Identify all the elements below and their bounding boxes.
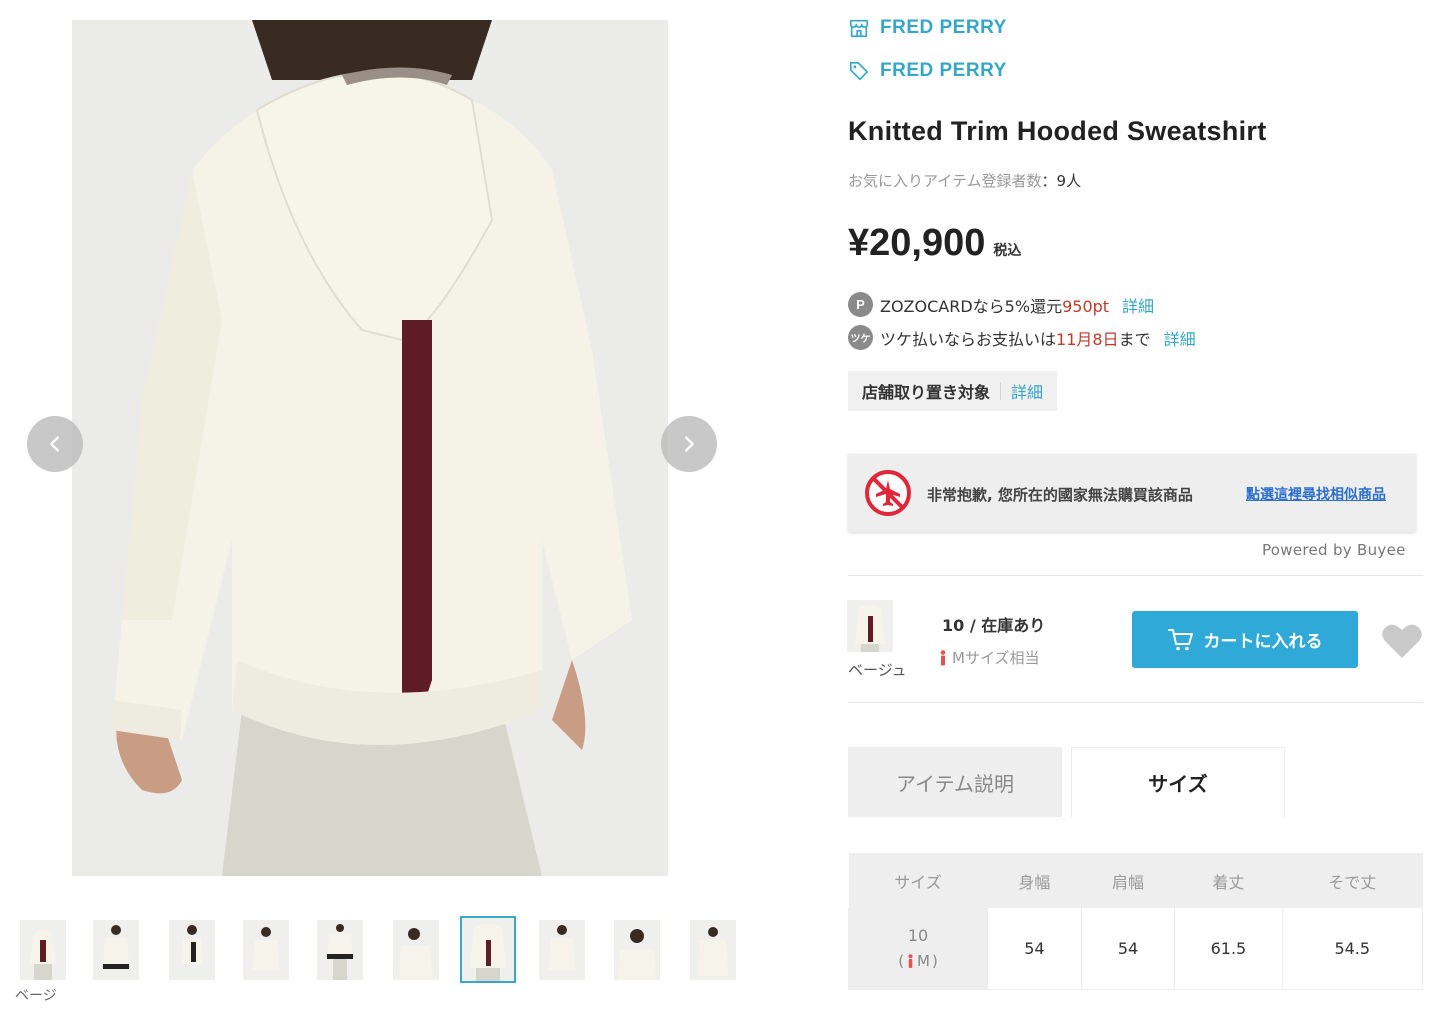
shoulder-column-header: 肩幅 — [1081, 853, 1175, 908]
tax-label: 税込 — [993, 243, 1022, 259]
variant-size: Mサイズ相当 — [938, 647, 1040, 668]
points-badge-icon: P — [848, 292, 873, 317]
brand-name[interactable]: FRED PERRY — [880, 60, 1007, 82]
store-pickup-label: 店舗取り置き対象 — [862, 383, 991, 402]
divider — [848, 702, 1423, 703]
restriction-message: 非常抱歉, 您所在的國家無法購買該商品 — [927, 486, 1193, 504]
purchase-restriction-notice: 非常抱歉, 您所在的國家無法購買該商品 點選這裡尋找相似商品 — [848, 454, 1416, 532]
table-cell: 54 — [1080, 908, 1175, 990]
thumbnail[interactable] — [169, 920, 215, 980]
zozocard-points: 950pt — [1062, 296, 1110, 316]
sleeve-column-header: そで丈 — [1282, 853, 1423, 908]
add-to-cart-button[interactable]: カートに入れる — [1132, 611, 1358, 668]
zozocard-detail-link[interactable]: 詳細 — [1122, 293, 1154, 317]
price: ¥20,900 — [848, 222, 986, 264]
shop-icon — [849, 19, 869, 38]
thumbnail[interactable] — [539, 920, 585, 980]
tab-item-description[interactable]: アイテム説明 — [848, 747, 1062, 817]
store-pickup-box: 店舗取り置き対象 詳細 — [848, 371, 1058, 411]
table-cell: 54.5 — [1281, 908, 1423, 990]
width-column-header: 身幅 — [987, 853, 1082, 908]
similar-items-link[interactable]: 點選這裡尋找相似商品 — [1246, 484, 1386, 504]
favorite-count-value: 9人 — [1056, 172, 1082, 190]
chevron-left-icon — [50, 436, 59, 452]
powered-by-buyee: Powered by Buyee — [1262, 541, 1406, 559]
add-to-cart-label: カートに入れる — [1203, 632, 1323, 652]
product-title: Knitted Trim Hooded Sweatshirt — [848, 116, 1267, 146]
variant-size-text: Mサイズ相当 — [952, 649, 1040, 667]
size-value: 10 — [907, 925, 929, 945]
size-table: サイズ 身幅 肩幅 着丈 そで丈 10 (M) 54 54 61.5 54.5 — [847, 853, 1423, 990]
person-icon — [940, 649, 946, 665]
tab-size[interactable]: サイズ — [1071, 747, 1285, 817]
thumbnail[interactable] — [93, 920, 139, 980]
no-flight-icon — [865, 470, 911, 516]
favorite-count: お気に入りアイテム登録者数：9人 — [848, 170, 1081, 191]
cart-icon — [1167, 628, 1193, 650]
table-cell: 54 — [987, 908, 1082, 990]
thumbnail[interactable] — [20, 920, 66, 980]
zozocard-promo: P ZOZOCARDなら5%還元950pt 詳細 — [848, 292, 1154, 317]
thumbnail[interactable] — [690, 920, 736, 980]
main-product-image — [72, 20, 668, 876]
favorite-heart-icon[interactable] — [1381, 622, 1423, 660]
table-row: 10 (M) 54 54 61.5 54.5 — [847, 908, 1423, 990]
previous-image-button[interactable] — [27, 416, 83, 472]
divider — [848, 575, 1423, 576]
divider — [1000, 382, 1002, 400]
chevron-right-icon — [685, 436, 694, 452]
tsuke-date: 11月8日 — [1056, 329, 1119, 349]
thumbnail-strip — [14, 916, 744, 986]
next-image-button[interactable] — [661, 416, 717, 472]
favorite-count-label: お気に入りアイテム登録者数 — [848, 172, 1042, 190]
shop-link[interactable]: FRED PERRY — [848, 17, 1007, 39]
price-row: ¥20,900 税込 — [848, 222, 1021, 265]
thumbnail[interactable] — [614, 920, 660, 980]
variant-stock: 10 / 在庫あり — [942, 616, 1046, 635]
tsuke-badge-icon: ツケ — [848, 325, 873, 350]
tsuke-promo: ツケ ツケ払いならお支払いは11月8日まで 詳細 — [848, 325, 1196, 350]
shop-name[interactable]: FRED PERRY — [880, 17, 1007, 39]
store-pickup-detail-link[interactable]: 詳細 — [1011, 379, 1043, 403]
person-icon — [908, 954, 913, 969]
length-column-header: 着丈 — [1174, 853, 1282, 908]
thumbnail[interactable] — [393, 920, 439, 980]
brand-link[interactable]: FRED PERRY — [848, 60, 1007, 82]
favorite-count-sep: ： — [1041, 172, 1057, 190]
variant-thumbnail — [847, 600, 893, 652]
size-cell: 10 (M) — [847, 908, 988, 990]
thumbnail[interactable] — [243, 920, 289, 980]
thumbnail-caption: ベージ — [15, 988, 57, 1004]
thumbnail-active[interactable] — [460, 916, 516, 983]
size-sub: (M) — [898, 952, 938, 971]
table-cell: 61.5 — [1174, 908, 1282, 990]
tag-icon — [849, 61, 869, 81]
variant-color: ベージュ — [848, 661, 907, 679]
size-column-header: サイズ — [848, 853, 988, 908]
tsuke-text: ツケ払いならお支払いは11月8日まで — [880, 329, 1151, 349]
zozocard-text: ZOZOCARDなら5%還元950pt — [880, 296, 1110, 316]
tsuke-detail-link[interactable]: 詳細 — [1164, 326, 1196, 350]
thumbnail[interactable] — [317, 920, 363, 980]
